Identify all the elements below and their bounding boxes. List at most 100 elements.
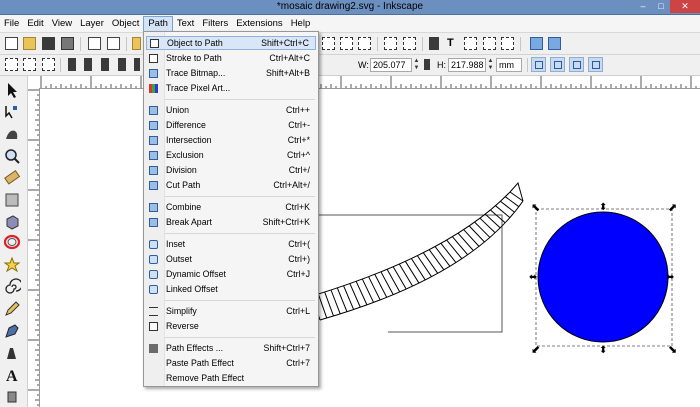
menu-extensions[interactable]: Extensions — [232, 16, 286, 32]
menu-path[interactable]: Path — [143, 15, 173, 32]
group-icon[interactable] — [384, 37, 397, 50]
height-spinner[interactable]: ▲ ▼ — [487, 58, 494, 72]
menu-edit[interactable]: Edit — [23, 16, 47, 32]
blue-circle[interactable] — [537, 211, 669, 343]
rotate-cw-icon[interactable] — [84, 58, 92, 71]
menu-separator — [165, 196, 315, 197]
height-label: H: — [437, 60, 446, 70]
width-label: W: — [358, 60, 369, 70]
unit-select[interactable]: mm — [496, 58, 522, 72]
scale-stroke-toggle[interactable] — [531, 57, 546, 72]
preferences-icon[interactable] — [548, 37, 561, 50]
height-field[interactable]: 217.988 — [448, 58, 486, 72]
3d-box-tool-icon[interactable] — [3, 213, 21, 231]
select-all-icon[interactable] — [5, 58, 18, 71]
lock-proportions-icon[interactable] — [424, 59, 430, 70]
menu-item-break-apart[interactable]: Break Apart Shift+Ctrl+K — [146, 215, 316, 229]
xml-editor-icon[interactable] — [464, 37, 477, 50]
raise-to-top-icon[interactable] — [134, 58, 140, 71]
text-tool-icon[interactable]: A — [3, 366, 21, 384]
document-properties-icon[interactable] — [530, 37, 543, 50]
menu-item-cut-path[interactable]: Cut Path Ctrl+Alt+/ — [146, 178, 316, 192]
menu-file[interactable]: File — [0, 16, 23, 32]
menu-item-dynamic-offset[interactable]: Dynamic Offset Ctrl+J — [146, 267, 316, 281]
menu-layer[interactable]: Layer — [76, 16, 108, 32]
node-tool-icon[interactable] — [3, 103, 21, 121]
new-document-icon[interactable] — [5, 37, 18, 50]
menu-text[interactable]: Text — [173, 16, 198, 32]
ellipse-tool-icon[interactable] — [3, 233, 21, 251]
fill-stroke-icon[interactable] — [429, 37, 439, 50]
zoom-tool-icon[interactable] — [3, 147, 21, 165]
menu-item-remove-path-effect[interactable]: Remove Path Effect — [146, 371, 316, 385]
deselect-icon[interactable] — [42, 58, 55, 71]
save-icon[interactable] — [42, 37, 55, 50]
drawing-canvas[interactable]: ⬉ ⬍ ⬈ ⬌ ⬌ ⬋ ⬍ ⬊ — [40, 89, 700, 407]
pen-tool-icon[interactable] — [3, 322, 21, 340]
rotate-ccw-icon[interactable] — [68, 58, 76, 71]
menu-item-reverse[interactable]: Reverse — [146, 319, 316, 333]
measure-tool-icon[interactable] — [3, 169, 21, 187]
menu-item-union[interactable]: Union Ctrl++ — [146, 103, 316, 117]
vertical-ruler — [28, 88, 40, 407]
menu-item-exclusion[interactable]: Exclusion Ctrl+^ — [146, 148, 316, 162]
calligraphy-tool-icon[interactable] — [3, 344, 21, 362]
menu-item-division[interactable]: Division Ctrl+/ — [146, 163, 316, 177]
maximize-button[interactable]: □ — [652, 0, 670, 13]
menu-filters[interactable]: Filters — [198, 16, 232, 32]
align-distribute-icon[interactable] — [501, 37, 514, 50]
unlink-clone-icon[interactable] — [358, 37, 371, 50]
flip-vertical-icon[interactable] — [118, 58, 126, 71]
menu-object[interactable]: Object — [108, 16, 143, 32]
scale-corners-toggle[interactable] — [550, 57, 565, 72]
objects-icon[interactable] — [483, 37, 496, 50]
menu-item-accel: Ctrl+/ — [288, 165, 310, 175]
spray-tool-icon[interactable] — [3, 387, 21, 405]
move-gradients-toggle[interactable] — [569, 57, 584, 72]
undo-icon[interactable] — [132, 37, 141, 50]
menu-item-label: Exclusion — [166, 150, 204, 160]
duplicate-icon[interactable] — [322, 37, 335, 50]
width-field[interactable]: 205.077 — [370, 58, 412, 72]
pencil-tool-icon[interactable] — [3, 300, 21, 318]
menu-item-object-to-path[interactable]: Object to Path Shift+Ctrl+C — [146, 36, 316, 50]
ungroup-icon[interactable] — [403, 37, 416, 50]
spiral-tool-icon[interactable] — [3, 278, 21, 296]
star-tool-icon[interactable] — [3, 256, 21, 274]
outset-icon — [149, 255, 158, 264]
menu-item-outset[interactable]: Outset Ctrl+) — [146, 252, 316, 266]
menu-item-combine[interactable]: Combine Ctrl+K — [146, 200, 316, 214]
select-all-layers-icon[interactable] — [23, 58, 36, 71]
menu-item-inset[interactable]: Inset Ctrl+( — [146, 237, 316, 251]
open-folder-icon[interactable] — [23, 37, 36, 50]
selector-tool-icon[interactable] — [3, 81, 21, 99]
menu-item-accel: Shift+Ctrl+K — [262, 217, 310, 227]
flip-horizontal-icon[interactable] — [101, 58, 109, 71]
mosaic-strip[interactable] — [311, 181, 524, 321]
menu-item-label: Difference — [166, 120, 206, 130]
menu-help[interactable]: Help — [287, 16, 315, 32]
menu-item-accel: Ctrl+- — [288, 120, 310, 130]
menu-item-stroke-to-path[interactable]: Stroke to Path Ctrl+Alt+C — [146, 51, 316, 65]
menu-item-trace-bitmap[interactable]: Trace Bitmap... Shift+Alt+B — [146, 66, 316, 80]
handle-top-left-icon: ⬉ — [531, 202, 540, 214]
export-icon[interactable] — [107, 37, 120, 50]
width-spinner[interactable]: ▲ ▼ — [413, 58, 420, 72]
minimize-button[interactable]: – — [634, 0, 652, 13]
menu-item-linked-offset[interactable]: Linked Offset — [146, 282, 316, 296]
menu-item-simplify[interactable]: Simplify Ctrl+L — [146, 304, 316, 318]
menu-item-paste-path-effect[interactable]: Paste Path Effect Ctrl+7 — [146, 356, 316, 370]
clone-icon[interactable] — [340, 37, 353, 50]
print-icon[interactable] — [61, 37, 74, 50]
move-patterns-toggle[interactable] — [588, 57, 603, 72]
rectangle-tool-icon[interactable] — [3, 191, 21, 209]
menu-item-path-effects[interactable]: Path Effects ... Shift+Ctrl+7 — [146, 341, 316, 355]
menu-item-difference[interactable]: Difference Ctrl+- — [146, 118, 316, 132]
tweak-tool-icon[interactable] — [3, 125, 21, 143]
menu-view[interactable]: View — [48, 16, 76, 32]
menu-item-trace-pixel-art[interactable]: Trace Pixel Art... — [146, 81, 316, 95]
text-font-icon[interactable]: T — [447, 37, 454, 50]
close-button[interactable]: ✕ — [670, 0, 700, 13]
menu-item-intersection[interactable]: Intersection Ctrl+* — [146, 133, 316, 147]
import-icon[interactable] — [88, 37, 101, 50]
